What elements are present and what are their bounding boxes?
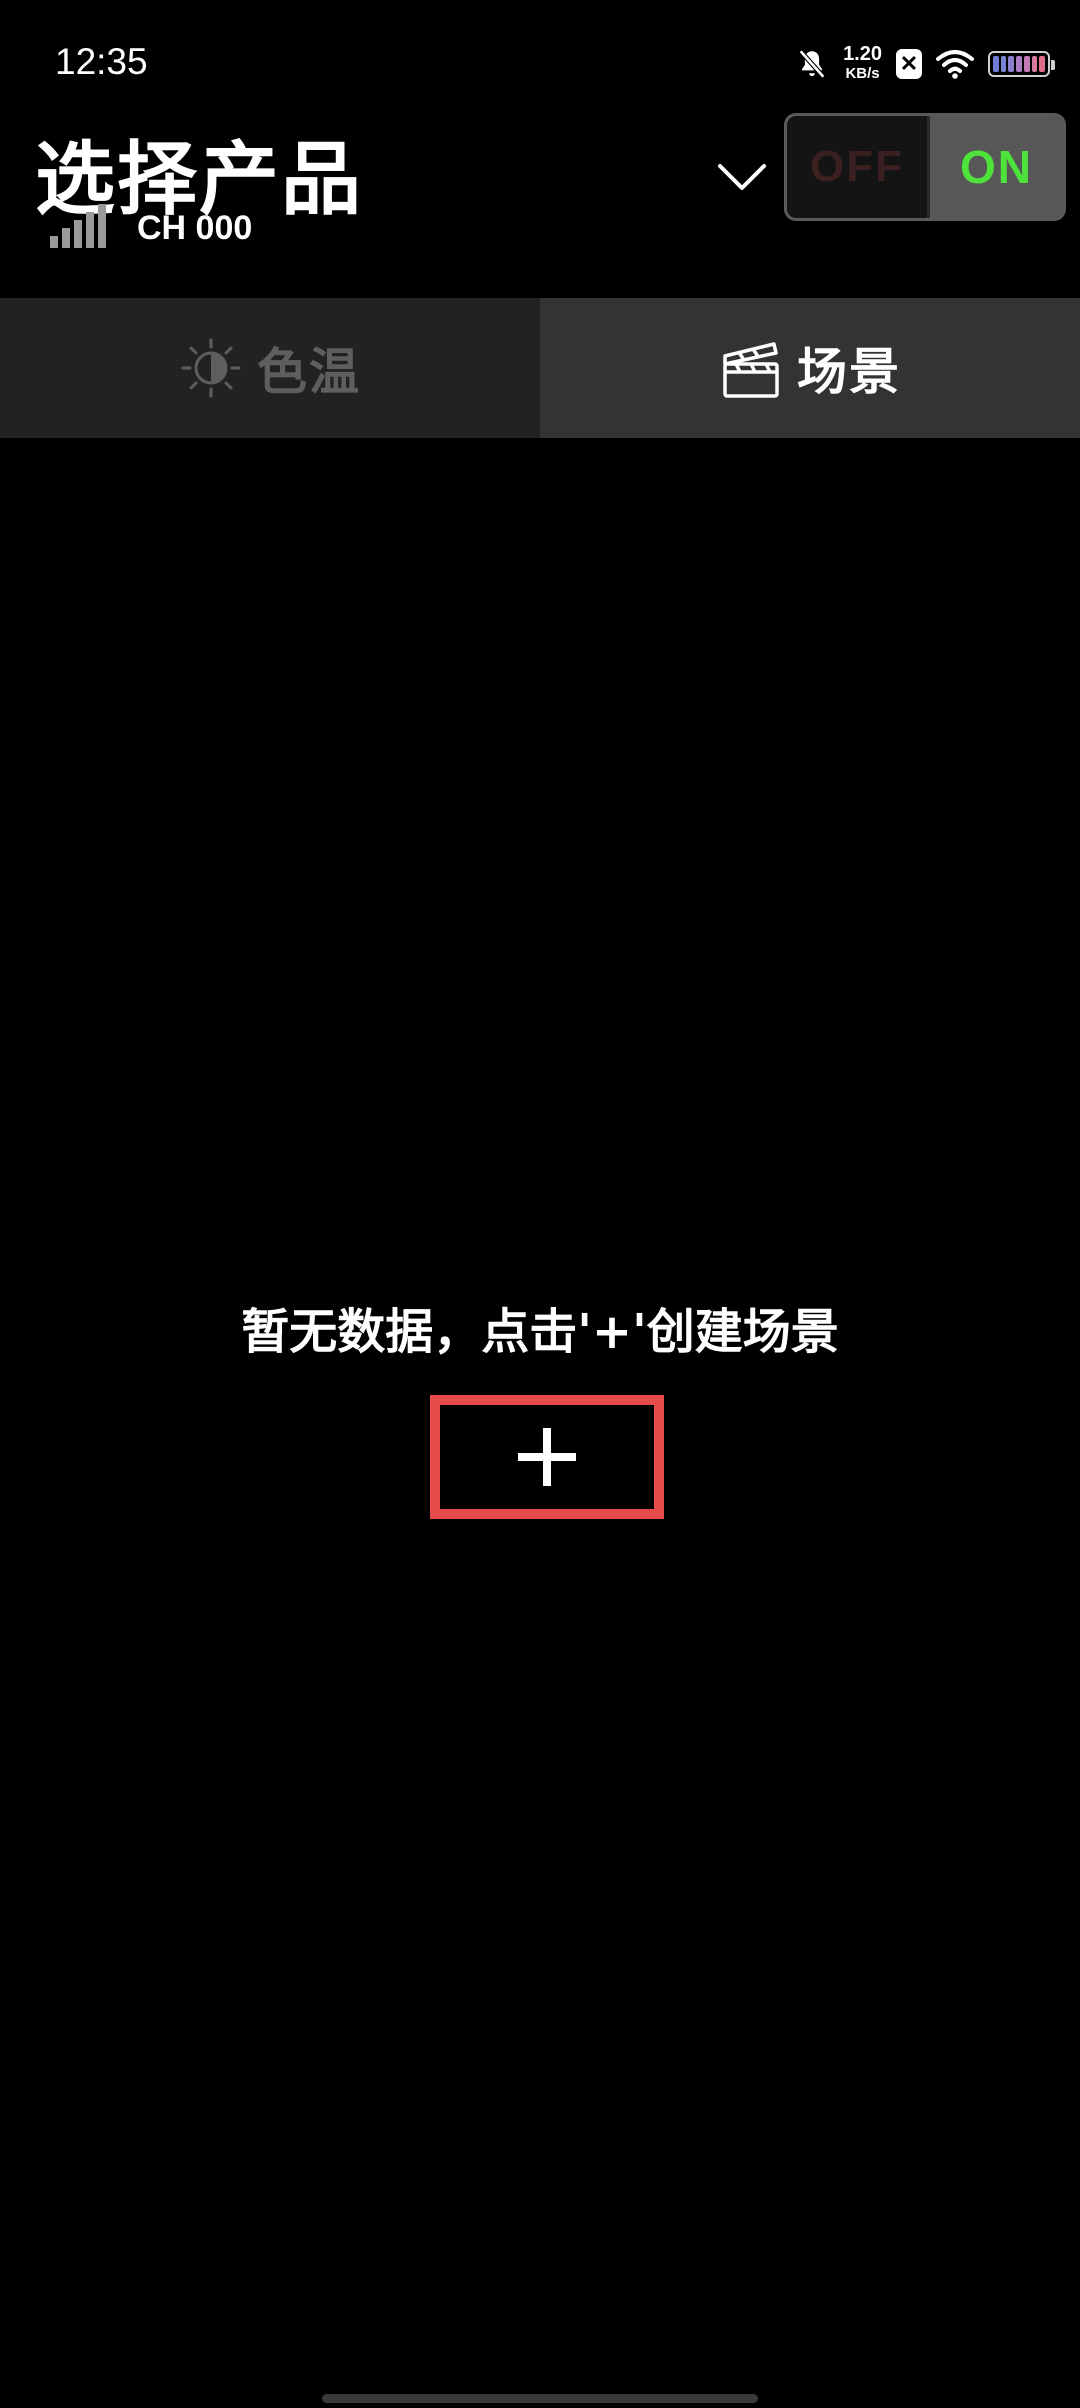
status-time: 12:35 [55, 41, 148, 82]
network-speed-unit: KB/s [845, 65, 880, 82]
signal-bars-icon [50, 204, 106, 248]
chevron-down-icon[interactable] [716, 150, 768, 202]
mode-tabs: 色温 场景 [0, 298, 1080, 438]
status-bar: 12:35 1.20 KB/s ✕ [0, 0, 1080, 120]
wifi-icon [936, 50, 974, 79]
channel-label: CH 000 [137, 209, 253, 247]
status-icons: 1.20 KB/s ✕ [795, 40, 1055, 88]
power-off-button[interactable]: OFF [787, 116, 927, 218]
network-speed-value: 1.20 [843, 43, 882, 65]
battery-cell [1016, 56, 1022, 72]
battery-cell [1039, 56, 1046, 72]
bell-off-icon [798, 49, 826, 79]
power-toggle[interactable]: OFF ON [784, 113, 1066, 221]
add-scene-button[interactable] [430, 1395, 664, 1519]
battery-cell [993, 56, 999, 72]
tab-cct-label: 色温 [257, 343, 361, 401]
network-speed: 1.20 KB/s [843, 43, 882, 83]
plus-icon [518, 1428, 576, 1486]
battery-cell [1023, 56, 1030, 72]
tab-cct[interactable]: 色温 [0, 298, 540, 438]
tab-scene-label: 场景 [797, 343, 901, 401]
battery-icon [988, 51, 1055, 77]
clapperboard-icon [723, 342, 779, 398]
brightness-icon [181, 338, 241, 398]
power-on-button[interactable]: ON [927, 116, 1063, 218]
home-indicator[interactable] [322, 2394, 758, 2403]
battery-cell [1000, 56, 1007, 72]
empty-state-message: 暂无数据，点击'+'创建场景 [241, 1304, 839, 1360]
notification-x-icon: ✕ [896, 49, 922, 79]
battery-cell [1008, 56, 1015, 72]
tab-scene[interactable]: 场景 [540, 298, 1080, 438]
battery-cell [1031, 56, 1038, 72]
